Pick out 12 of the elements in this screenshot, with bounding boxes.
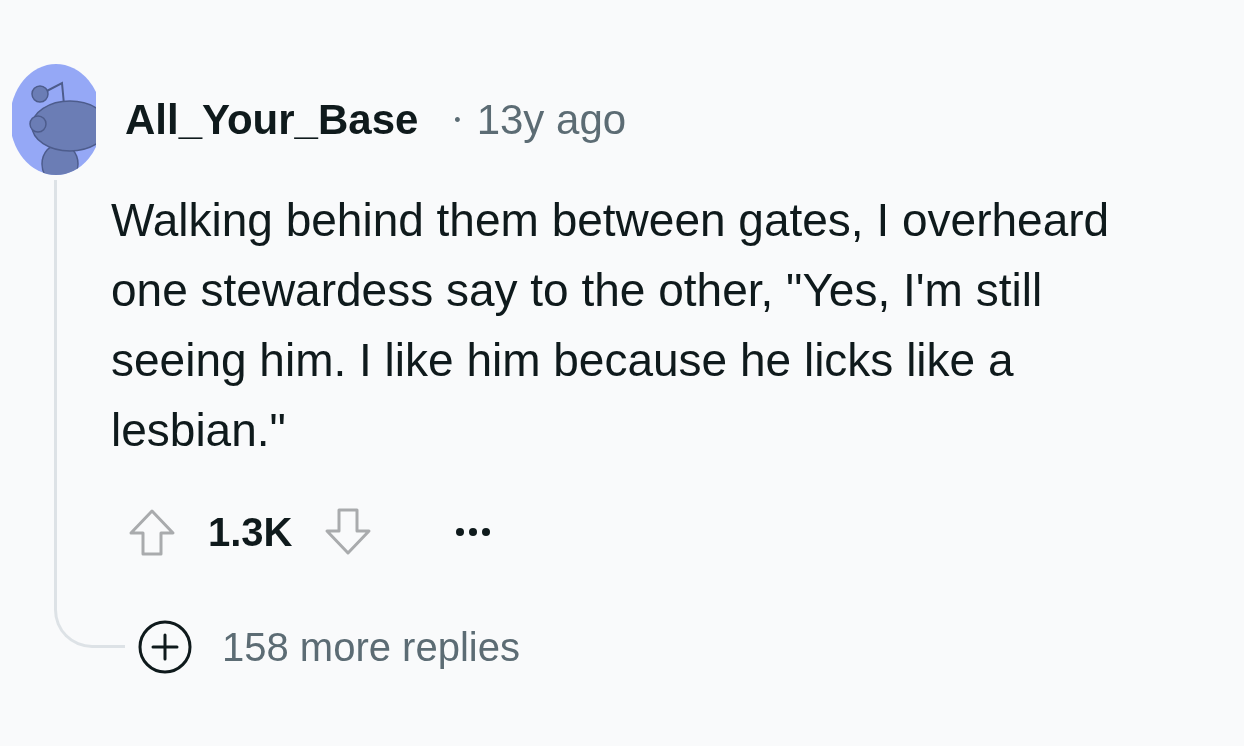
more-options-icon: [455, 528, 490, 536]
comment-body: Walking behind them between gates, I overheard one stewardess say to the other, "Yes, I'm still seeing him. I like him because he licks like a lesbian.": [111, 193, 1111, 458]
more-replies-link[interactable]: 158 more replies: [138, 620, 520, 674]
vote-score: 1.3K: [208, 509, 293, 556]
upvote-arrow-icon: [128, 508, 176, 556]
timestamp: 13y ago: [476, 94, 627, 145]
upvote-button[interactable]: [128, 508, 176, 556]
username[interactable]: All_Your_Base: [125, 94, 419, 145]
plus-circle-icon: [138, 620, 192, 674]
separator-dot: •: [454, 108, 461, 131]
downvote-arrow-icon: [323, 508, 372, 556]
downvote-button[interactable]: [323, 508, 372, 556]
